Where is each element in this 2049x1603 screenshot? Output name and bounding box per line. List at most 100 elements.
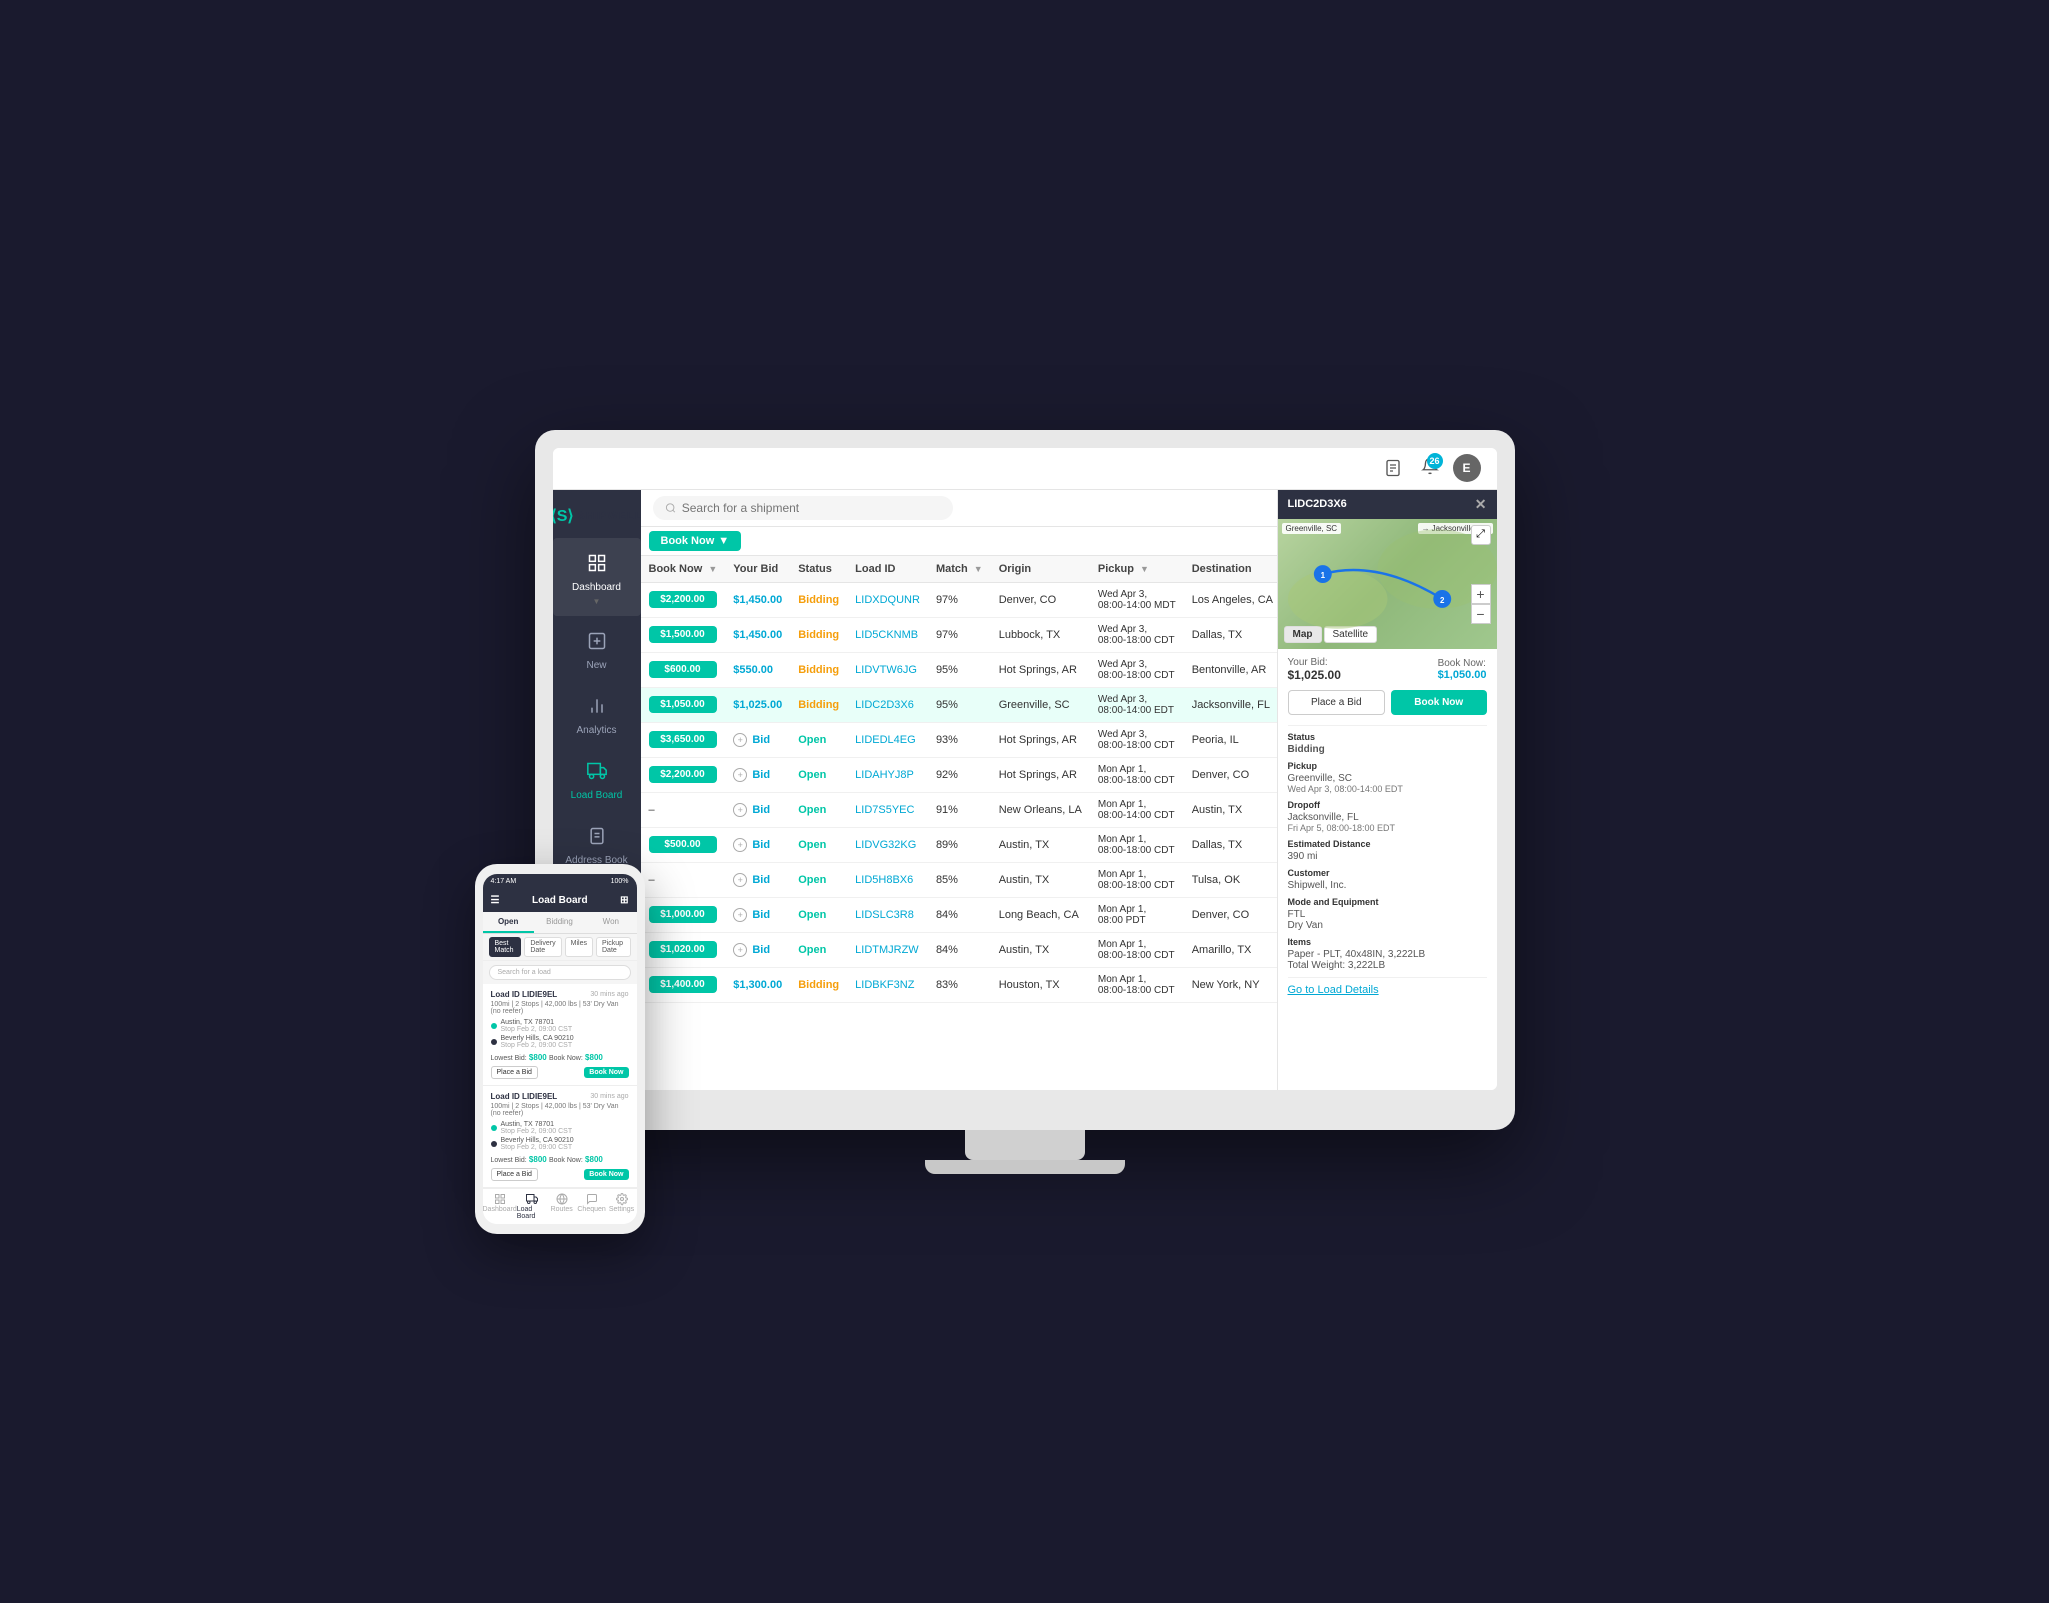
phone-search-area[interactable]: Search for a load xyxy=(483,961,637,984)
load-id-link[interactable]: LIDVG32KG xyxy=(855,839,916,851)
table-row[interactable]: $3,650.00+ BidOpenLIDEDL4EG93%Hot Spring… xyxy=(641,722,1277,757)
phone-book-now-1[interactable]: Book Now xyxy=(584,1067,628,1078)
phone-nav-loadboard[interactable]: Load Board xyxy=(517,1193,547,1220)
load-id-link[interactable]: LIDVTW6JG xyxy=(855,664,917,676)
map-expand-button[interactable]: ⤢ xyxy=(1471,525,1491,545)
phone-nav-settings[interactable]: Settings xyxy=(607,1193,637,1220)
phone-filter-miles[interactable]: Miles xyxy=(565,937,593,957)
phone-card-2-stop-2: Beverly Hills, CA 90210 Stop Feb 2, 09:0… xyxy=(491,1137,629,1151)
add-bid-icon[interactable]: + xyxy=(733,803,747,817)
col-match[interactable]: Match ▼ xyxy=(928,556,991,583)
add-bid-icon[interactable]: + xyxy=(733,943,747,957)
cell-your-bid: + Bid xyxy=(725,862,790,897)
map-area[interactable]: Greenville, SC → Jacksonville, FL Map Sa… xyxy=(1278,519,1497,649)
cell-match: 93% xyxy=(928,722,991,757)
add-bid-icon[interactable]: + xyxy=(733,908,747,922)
user-avatar[interactable]: E xyxy=(1453,454,1481,482)
load-id-link[interactable]: LIDC2D3X6 xyxy=(855,699,914,711)
search-wrapper[interactable] xyxy=(653,496,953,520)
cell-your-bid: + Bid xyxy=(725,722,790,757)
book-now-button[interactable]: Book Now xyxy=(1391,690,1487,715)
table-row[interactable]: $600.00$550.00BiddingLIDVTW6JG95%Hot Spr… xyxy=(641,652,1277,687)
search-input[interactable] xyxy=(682,501,941,515)
phone-tab-bidding[interactable]: Bidding xyxy=(534,912,585,933)
book-now-badge[interactable]: $600.00 xyxy=(649,661,717,678)
cell-match: 84% xyxy=(928,932,991,967)
col-pickup[interactable]: Pickup ▼ xyxy=(1090,556,1184,583)
book-now-badge[interactable]: $2,200.00 xyxy=(649,591,717,608)
go-to-load-details-link[interactable]: Go to Load Details xyxy=(1288,984,1487,996)
book-now-badge[interactable]: $1,020.00 xyxy=(649,941,717,958)
phone-place-bid-2[interactable]: Place a Bid xyxy=(491,1168,538,1181)
load-id-link[interactable]: LIDSLC3R8 xyxy=(855,909,914,921)
sidebar-item-analytics[interactable]: Analytics xyxy=(553,681,641,746)
col-origin[interactable]: Origin xyxy=(991,556,1090,583)
load-id-link[interactable]: LID5H8BX6 xyxy=(855,874,913,886)
cell-origin: Greenville, SC xyxy=(991,687,1090,722)
table-row[interactable]: $500.00+ BidOpenLIDVG32KG89%Austin, TXMo… xyxy=(641,827,1277,862)
load-id-link[interactable]: LIDXDQUNR xyxy=(855,594,920,606)
table-row[interactable]: $2,200.00$1,450.00BiddingLIDXDQUNR97%Den… xyxy=(641,582,1277,617)
phone-search-input[interactable]: Search for a load xyxy=(489,965,631,980)
table-row[interactable]: $1,500.00$1,450.00BiddingLID5CKNMB97%Lub… xyxy=(641,617,1277,652)
table-row[interactable]: –+ BidOpenLID7S5YEC91%New Orleans, LAMon… xyxy=(641,792,1277,827)
sidebar-item-dashboard[interactable]: Dashboard ▼ xyxy=(553,538,641,616)
book-now-badge[interactable]: $1,400.00 xyxy=(649,976,717,993)
phone-nav-routes[interactable]: Routes xyxy=(547,1193,577,1220)
zoom-out-button[interactable]: − xyxy=(1471,604,1491,624)
add-bid-icon[interactable]: + xyxy=(733,838,747,852)
table-row[interactable]: $1,000.00+ BidOpenLIDSLC3R884%Long Beach… xyxy=(641,897,1277,932)
table-row[interactable]: $1,400.00$1,300.00BiddingLIDBKF3NZ83%Hou… xyxy=(641,967,1277,1002)
col-status[interactable]: Status xyxy=(790,556,847,583)
phone-tab-won[interactable]: Won xyxy=(585,912,636,933)
table-row[interactable]: $2,200.00+ BidOpenLIDAHYJ8P92%Hot Spring… xyxy=(641,757,1277,792)
book-now-filter[interactable]: Book Now ▼ xyxy=(649,531,742,551)
phone-load-card-1[interactable]: Load ID LIDIE9EL 30 mins ago 100mi | 2 S… xyxy=(483,984,637,1086)
table-row[interactable]: –+ BidOpenLID5H8BX685%Austin, TXMon Apr … xyxy=(641,862,1277,897)
zoom-in-button[interactable]: + xyxy=(1471,584,1491,604)
col-book-now[interactable]: Book Now ▼ xyxy=(641,556,726,583)
phone-place-bid-1[interactable]: Place a Bid xyxy=(491,1066,538,1079)
phone-load-card-2[interactable]: Load ID LIDIE9EL 30 mins ago 100mi | 2 S… xyxy=(483,1086,637,1188)
panel-close-button[interactable]: ✕ xyxy=(1475,496,1487,513)
load-id-link[interactable]: LIDAHYJ8P xyxy=(855,769,914,781)
phone-nav-dashboard[interactable]: Dashboard xyxy=(483,1193,517,1220)
col-your-bid[interactable]: Your Bid xyxy=(725,556,790,583)
table-row[interactable]: $1,050.00$1,025.00BiddingLIDC2D3X695%Gre… xyxy=(641,687,1277,722)
estimated-distance-value: 390 mi xyxy=(1288,851,1487,862)
notification-bell[interactable]: 26 xyxy=(1421,457,1439,480)
status-badge: Bidding xyxy=(798,979,839,991)
load-id-link[interactable]: LID7S5YEC xyxy=(855,804,914,816)
load-id-link[interactable]: LID5CKNMB xyxy=(855,629,918,641)
book-now-badge[interactable]: $1,500.00 xyxy=(649,626,717,643)
col-destination[interactable]: Destination xyxy=(1184,556,1277,583)
cell-status: Open xyxy=(790,722,847,757)
add-bid-icon[interactable]: + xyxy=(733,768,747,782)
sidebar-item-new[interactable]: New xyxy=(553,616,641,681)
book-now-badge[interactable]: $500.00 xyxy=(649,836,717,853)
book-now-badge[interactable]: $2,200.00 xyxy=(649,766,717,783)
phone-tab-open[interactable]: Open xyxy=(483,912,534,933)
phone-filter-delivery[interactable]: Delivery Date xyxy=(524,937,561,957)
add-bid-icon[interactable]: + xyxy=(733,733,747,747)
load-id-link[interactable]: LIDBKF3NZ xyxy=(855,979,914,991)
phone-filter-icon[interactable]: ⊞ xyxy=(620,895,628,906)
phone-card-1-details: 100mi | 2 Stops | 42,000 lbs | 53' Dry V… xyxy=(491,1001,629,1015)
sidebar-item-load-board[interactable]: Load Board xyxy=(553,746,641,811)
place-bid-button[interactable]: Place a Bid xyxy=(1288,690,1386,715)
col-load-id[interactable]: Load ID xyxy=(847,556,928,583)
document-icon[interactable] xyxy=(1379,454,1407,482)
book-now-badge[interactable]: $1,050.00 xyxy=(649,696,717,713)
phone-filter-best-match[interactable]: Best Match xyxy=(489,937,522,957)
load-id-link[interactable]: LIDEDL4EG xyxy=(855,734,916,746)
book-now-badge[interactable]: $3,650.00 xyxy=(649,731,717,748)
book-now-badge[interactable]: $1,000.00 xyxy=(649,906,717,923)
phone-nav-messages[interactable]: Chequen xyxy=(577,1193,607,1220)
phone-filter-pickup[interactable]: Pickup Date xyxy=(596,937,631,957)
cell-origin: Austin, TX xyxy=(991,827,1090,862)
table-row[interactable]: $1,020.00+ BidOpenLIDTMJRZW84%Austin, TX… xyxy=(641,932,1277,967)
add-bid-icon[interactable]: + xyxy=(733,873,747,887)
mode-equipment-label: Mode and Equipment xyxy=(1288,897,1487,907)
load-id-link[interactable]: LIDTMJRZW xyxy=(855,944,919,956)
phone-book-now-2[interactable]: Book Now xyxy=(584,1169,628,1180)
